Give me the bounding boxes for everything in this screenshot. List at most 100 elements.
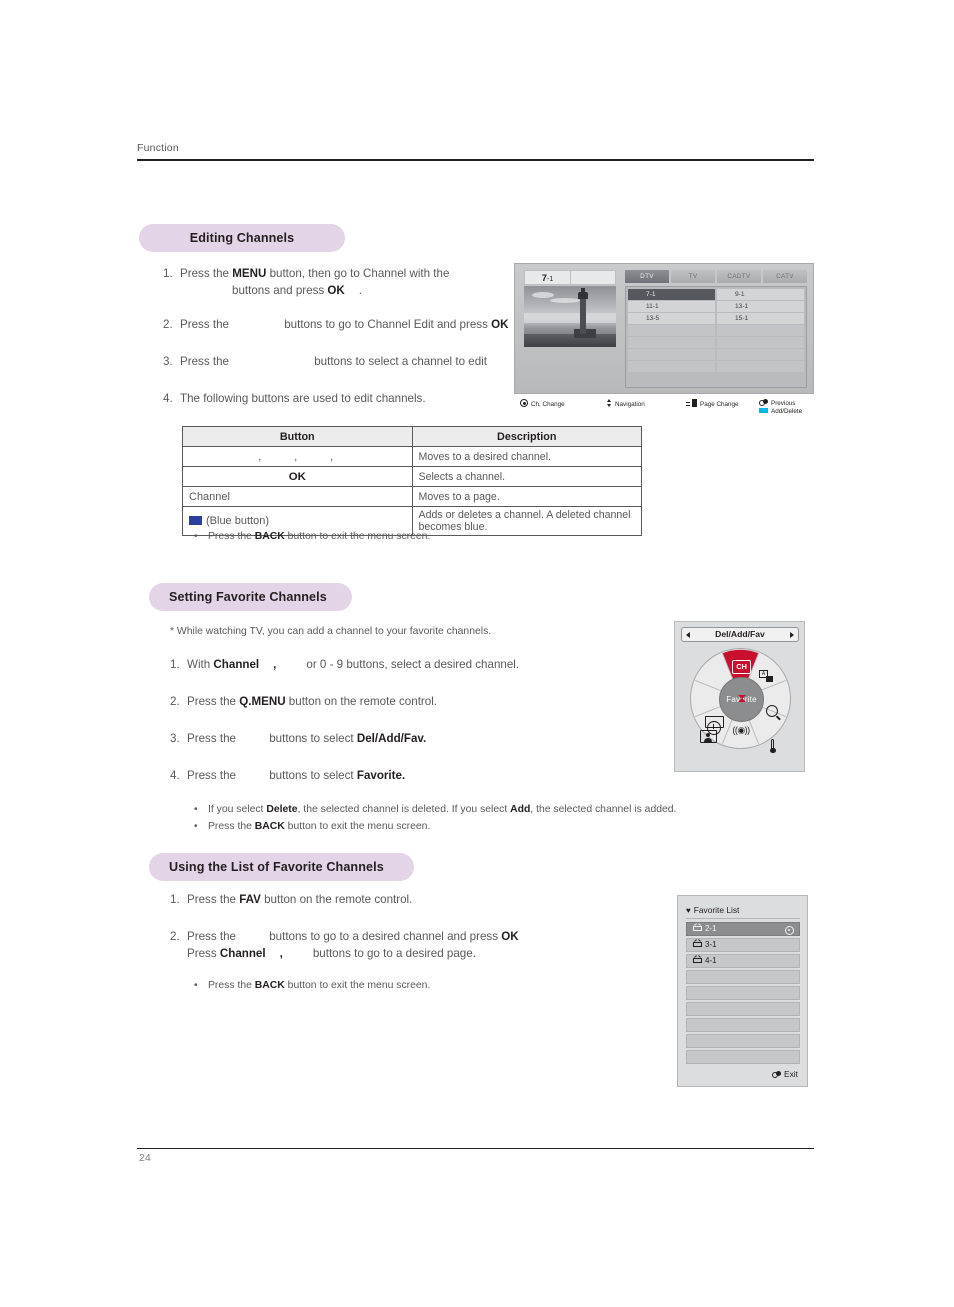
favorite-list-item[interactable] [686,970,800,984]
lighthouse-lamp [578,292,588,299]
legend-add-delete: Add/Delete [759,408,802,415]
quick-menu-wheel[interactable]: CH A ((◉)) ↔ Favorite [690,648,791,753]
step-number: 4. [163,392,173,405]
ground-band [524,334,616,347]
section-heading-using-favorite-list: Using the List of Favorite Channels [149,853,414,881]
channel-row [628,337,804,348]
channel-row: 11-1 13-1 [628,301,804,312]
table-row: , , , Moves to a desired channel. [182,446,642,467]
editing-step-1: 1. Press the MENU button, then go to Cha… [163,265,449,299]
channel-cell[interactable] [628,337,715,348]
favorite-list-figure: ♥ Favorite List 2-1 3-1 4-1 Exit [677,895,808,1087]
channel-row: 13-5 15-1 [628,313,804,324]
bullet-text-part: Press the [208,821,255,832]
remote-wheel-figure: Del/Add/Fav CH A ((◉)) ↔ Favorite [674,621,805,772]
legend-label: Add/Delete [771,408,803,415]
step-text: Press the buttons to select Del/Add/Fav. [187,730,426,747]
note-text: * While watching TV, you can add a chann… [170,626,492,637]
running-head: Function [137,142,179,154]
favorite-list-item[interactable]: 2-1 [686,922,800,936]
channel-cell[interactable]: 15-1 [717,313,804,324]
setting-fav-step-4: 4. Press the buttons to select Favorite. [170,767,405,784]
legend-label: Ch. Change [531,401,565,408]
favorite-list-item[interactable] [686,986,800,1000]
bullet-text: If you select Delete, the selected chann… [208,802,676,817]
favorite-list-divider [686,918,800,919]
setting-fav-step-3: 3. Press the buttons to select Del/Add/F… [170,730,426,747]
channel-cell[interactable] [628,361,715,372]
chevron-left-icon[interactable] [686,632,690,638]
channel-cell[interactable]: 13-1 [717,301,804,312]
step-keyword-del-add-fav: Del/Add/Fav. [356,732,427,745]
channel-cell[interactable]: 7-1 [628,289,715,300]
tab-tv[interactable]: TV [671,270,715,283]
favorite-list-item[interactable]: 3-1 [686,938,800,952]
step-keyword-qmenu: Q.MENU [239,695,286,708]
sound-icon[interactable]: ((◉)) [731,725,751,736]
section-heading-label: Setting Favorite Channels [169,590,327,604]
favorite-hub-button[interactable]: Favorite [719,677,764,722]
step-text-part: buttons to select [269,769,357,782]
step-text-part: , [279,947,283,960]
bullet-text-part: button to exit the menu screen. [284,531,431,542]
channel-cell[interactable] [717,337,804,348]
wheel-press-icon [520,399,528,407]
magnifier-icon[interactable] [766,705,778,717]
favorite-list-exit[interactable]: Exit [772,1069,798,1079]
bullet-text-part: button to exit the menu screen. [284,821,431,832]
step-text-part: Press the [187,732,240,745]
ch-icon[interactable]: CH [732,660,751,674]
cell-description: Selects a channel. [411,466,642,487]
channel-cell[interactable] [717,325,804,336]
setting-fav-bullet-1: • If you select Delete, the selected cha… [194,802,676,817]
down-arrow-icon[interactable] [737,695,746,699]
channel-cell[interactable] [717,361,804,372]
step-text-part: Press the [180,267,233,280]
step-number: 3. [170,732,180,745]
thermometer-icon[interactable] [770,739,776,753]
cell-button: OK [182,466,413,487]
sleep-timer-icon[interactable] [707,721,721,735]
tv-channel-list-panel: DTV TV CADTV CATV 7-1 9-1 11-1 13-1 13-5… [625,270,807,388]
tab-dtv[interactable]: DTV [625,270,669,283]
tab-cadtv[interactable]: CADTV [717,270,761,283]
pip-icon[interactable]: A [759,670,773,682]
legend-navigation: Navigation [604,399,645,408]
channel-cell[interactable]: 9-1 [717,289,804,300]
col-header-description: Description [411,426,642,447]
keyword-back: BACK [254,821,285,832]
favorite-list-item[interactable] [686,1050,800,1064]
arrow-buttons-label: , , , [258,450,349,463]
tv-screen: 7-1 DTV TV CADTV CATV 7-1 9-1 11-1 13-1 … [514,263,814,394]
previous-icon [772,1071,782,1078]
col-header-button: Button [182,426,413,447]
del-add-fav-bar[interactable]: Del/Add/Fav [681,627,799,642]
using-fav-bullet-back: • Press the BACK button to exit the menu… [194,978,430,993]
channel-cell[interactable]: 13-5 [628,313,715,324]
keyword-back: BACK [254,531,285,542]
tv-preview-thumbnail [524,286,616,347]
cell-button: , , , [182,446,413,467]
lighthouse-cap [581,288,585,293]
favorite-list-item[interactable] [686,1002,800,1016]
channel-cell[interactable] [628,349,715,360]
exit-label: Exit [784,1069,798,1079]
favorite-list-item[interactable] [686,1018,800,1032]
previous-icon [759,399,768,406]
channel-cell[interactable] [628,325,715,336]
section-heading-setting-favorite-channels: Setting Favorite Channels [149,583,352,611]
setting-fav-step-2: 2. Press the Q.MENU button on the remote… [170,693,437,710]
step-keyword-ok: OK [327,284,345,297]
editing-step-2: 2. Press the buttons to go to Channel Ed… [163,316,509,333]
channel-cell[interactable] [717,349,804,360]
tab-catv[interactable]: CATV [763,270,807,283]
favorite-list-item[interactable] [686,1034,800,1048]
tv-source-tabs[interactable]: DTV TV CADTV CATV [625,270,807,283]
channel-row: 7-1 9-1 [628,289,804,300]
step-text-part: Press the [187,695,240,708]
favorite-list-item[interactable]: 4-1 [686,954,800,968]
channel-cell[interactable]: 11-1 [628,301,715,312]
step-keyword-favorite: Favorite. [356,769,406,782]
chevron-right-icon[interactable] [790,632,794,638]
bullet-dot: • [194,980,198,991]
